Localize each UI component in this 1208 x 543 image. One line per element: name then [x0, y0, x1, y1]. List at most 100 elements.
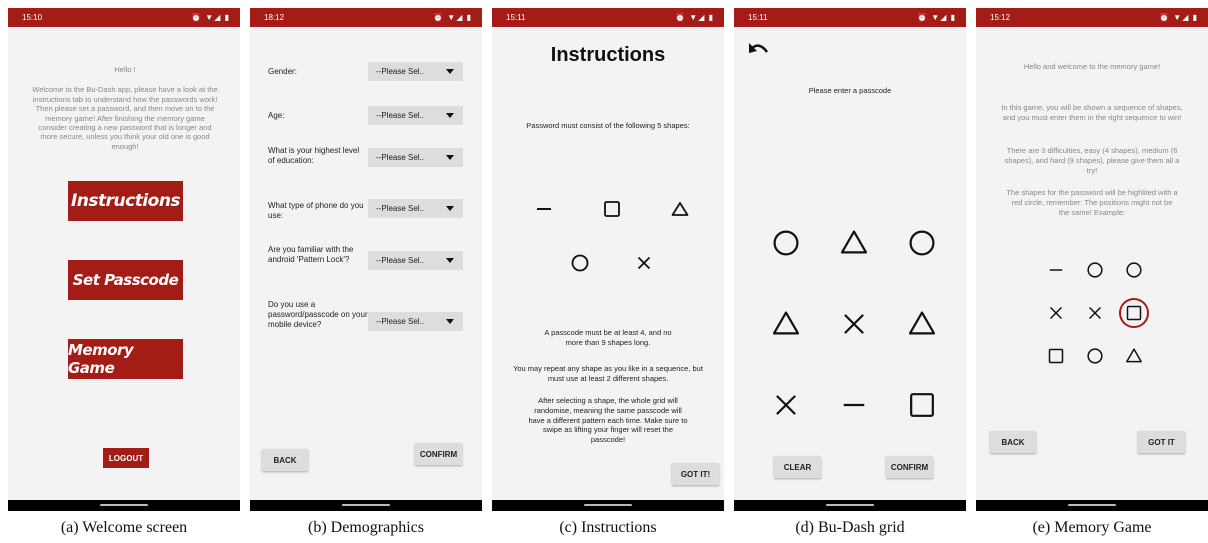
back-button[interactable]: BACK: [990, 431, 1036, 453]
status-icons: ⏰ ▼◢ ▮: [191, 13, 230, 22]
caption: (d) Bu-Dash grid: [795, 519, 905, 536]
panel-demographics: 18:12 ⏰ ▼◢ ▮ Gender: --Please Sel.. Age:…: [250, 8, 482, 537]
status-time: 15:11: [506, 13, 526, 22]
got-it-button[interactable]: GOT IT: [1138, 431, 1185, 453]
undo-arrow-icon[interactable]: [748, 40, 770, 56]
shapes-intro-text: Password must consist of the following 5…: [526, 121, 690, 130]
status-time: 15:12: [990, 13, 1011, 22]
status-bar: 15:12 ⏰ ▼◢ ▮: [976, 8, 1208, 27]
rule-length-text: A passcode must be at least 4, and no mo…: [544, 328, 672, 347]
square-icon: [1048, 348, 1064, 364]
dropdown-value: --Please Sel..: [376, 204, 425, 213]
question-passcode-use: Do you use a password/passcode on your m…: [268, 300, 368, 329]
dash-icon: [1049, 269, 1063, 271]
status-icons: ⏰ ▼◢ ▮: [675, 13, 714, 22]
rule-repeat-text: You may repeat any shape as you like in …: [513, 364, 703, 383]
circle-icon[interactable]: [907, 228, 937, 258]
home-handle[interactable]: [584, 504, 632, 506]
chevron-down-icon: [446, 155, 454, 160]
passcode-use-dropdown[interactable]: --Please Sel..: [368, 312, 463, 331]
dash-icon[interactable]: [839, 390, 869, 420]
instructions-button[interactable]: Instructions: [68, 181, 183, 221]
status-time: 18:12: [264, 13, 285, 22]
caption: (c) Instructions: [559, 519, 657, 536]
hello-text: Hello !: [114, 65, 136, 74]
phone-screen: 15:12 ⏰ ▼◢ ▮ Hello and welcome to the me…: [976, 8, 1208, 511]
chevron-down-icon: [446, 258, 454, 263]
phone-screen: 15:10 ⏰ ▼◢ ▮ Hello ! Welcome to the Bu-D…: [8, 8, 240, 511]
square-icon[interactable]: [907, 390, 937, 420]
phone-screen: 18:12 ⏰ ▼◢ ▮ Gender: --Please Sel.. Age:…: [250, 8, 482, 511]
phone-screen: 15:11 ⏰ ▼◢ ▮ Please enter a passcode CLE…: [734, 8, 966, 511]
cross-icon: [1088, 306, 1102, 320]
welcome-message-block: Hello ! Welcome to the Bu-Dash app, plea…: [30, 65, 220, 151]
triangle-icon[interactable]: [907, 309, 937, 339]
status-bar: 15:11 ⏰ ▼◢ ▮: [492, 8, 724, 27]
back-button[interactable]: BACK: [262, 449, 308, 471]
question-phone-type: What type of phone do you use:: [268, 201, 364, 220]
chevron-down-icon: [446, 69, 454, 74]
panel-memory-game: 15:12 ⏰ ▼◢ ▮ Hello and welcome to the me…: [976, 8, 1208, 537]
cross-icon[interactable]: [771, 390, 801, 420]
home-handle[interactable]: [826, 504, 874, 506]
caption: (e) Memory Game: [1032, 519, 1152, 536]
set-passcode-button[interactable]: Set Passcode: [68, 260, 183, 300]
nav-bar: [492, 500, 724, 511]
triangle-icon: [671, 202, 689, 216]
home-handle[interactable]: [342, 504, 390, 506]
confirm-button[interactable]: CONFIRM: [886, 456, 933, 478]
panel-welcome: 15:10 ⏰ ▼◢ ▮ Hello ! Welcome to the Bu-D…: [8, 8, 240, 537]
triangle-icon[interactable]: [771, 309, 801, 339]
phone-type-dropdown[interactable]: --Please Sel..: [368, 199, 463, 218]
gender-dropdown[interactable]: --Please Sel..: [368, 62, 463, 81]
memory-game-button[interactable]: Memory Game: [68, 339, 183, 379]
instructions-title: Instructions: [550, 44, 666, 66]
panel-instructions: 15:11 ⏰ ▼◢ ▮ Instructions Password must …: [492, 8, 724, 537]
caption: (b) Demographics: [308, 519, 424, 536]
clear-button[interactable]: CLEAR: [774, 456, 821, 478]
home-handle[interactable]: [100, 504, 148, 506]
education-dropdown[interactable]: --Please Sel..: [368, 148, 463, 167]
circle-icon[interactable]: [771, 228, 801, 258]
status-bar: 15:11 ⏰ ▼◢ ▮: [734, 8, 966, 27]
dropdown-value: --Please Sel..: [376, 67, 425, 76]
dropdown-value: --Please Sel..: [376, 153, 425, 162]
circle-icon: [1126, 262, 1142, 278]
status-bar: 15:10 ⏰ ▼◢ ▮: [8, 8, 240, 27]
pattern-lock-dropdown[interactable]: --Please Sel..: [368, 251, 463, 270]
status-bar: 18:12 ⏰ ▼◢ ▮: [250, 8, 482, 27]
circle-icon: [1087, 348, 1103, 364]
circle-icon: [571, 254, 589, 272]
chevron-down-icon: [446, 206, 454, 211]
nav-bar: [250, 500, 482, 511]
memory-hint: The shapes for the password will be high…: [1006, 188, 1178, 217]
rule-randomise-text: After selecting a shape, the whole grid …: [528, 396, 688, 444]
memory-intro: In this game, you will be shown a sequen…: [1001, 103, 1183, 122]
got-it-button[interactable]: GOT IT!: [672, 463, 719, 485]
square-icon: [604, 201, 620, 217]
caption: (a) Welcome screen: [60, 519, 188, 536]
cross-icon: [637, 256, 651, 270]
question-gender: Gender:: [268, 67, 297, 76]
age-dropdown[interactable]: --Please Sel..: [368, 106, 463, 125]
highlight-ring: [1119, 298, 1149, 328]
cross-icon[interactable]: [839, 309, 869, 339]
home-handle[interactable]: [1068, 504, 1116, 506]
status-time: 15:11: [748, 13, 768, 22]
status-icons: ⏰ ▼◢ ▮: [917, 13, 956, 22]
confirm-button[interactable]: CONFIRM: [415, 443, 462, 465]
nav-bar: [976, 500, 1208, 511]
status-time: 15:10: [22, 13, 43, 22]
phone-screen: 15:11 ⏰ ▼◢ ▮ Instructions Password must …: [492, 8, 724, 511]
nav-bar: [734, 500, 966, 511]
memory-hello: Hello and welcome to the memory game!: [1023, 62, 1161, 71]
question-pattern-lock: Are you familiar with the android 'Patte…: [268, 245, 354, 264]
dropdown-value: --Please Sel..: [376, 317, 425, 326]
panel-grid: 15:11 ⏰ ▼◢ ▮ Please enter a passcode CLE…: [734, 8, 966, 537]
logout-button[interactable]: LOGOUT: [103, 448, 149, 468]
triangle-icon[interactable]: [839, 228, 869, 258]
triangle-icon: [1126, 348, 1142, 363]
circle-icon: [1087, 262, 1103, 278]
question-education: What is your highest level of education:: [268, 146, 360, 165]
passcode-prompt: Please enter a passcode: [808, 86, 892, 95]
